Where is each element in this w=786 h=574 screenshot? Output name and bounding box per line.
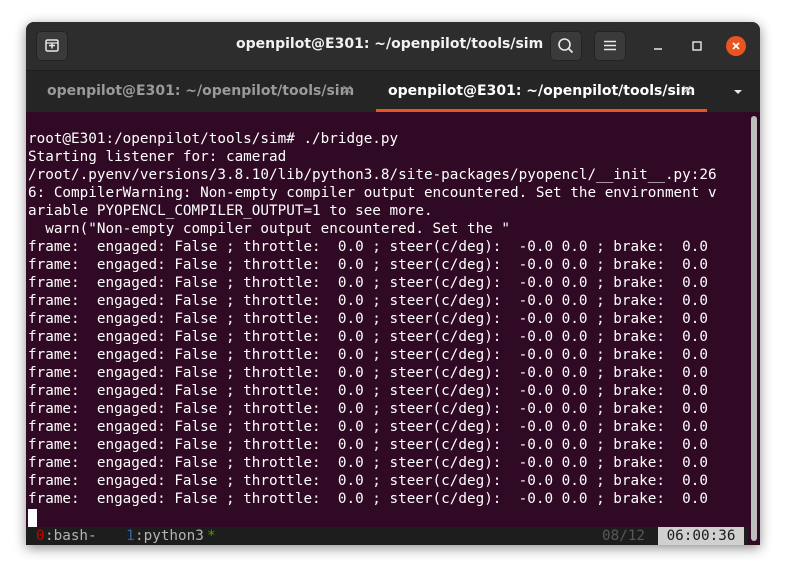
maximize-icon xyxy=(692,41,702,51)
search-icon xyxy=(558,38,574,54)
terminal-line: 6: CompilerWarning: Non-empty compiler o… xyxy=(28,185,717,201)
maximize-button[interactable] xyxy=(687,36,707,56)
tab-menu-button[interactable] xyxy=(730,84,746,100)
terminal-line: frame: engaged: False ; throttle: 0.0 ; … xyxy=(28,293,708,309)
close-icon xyxy=(732,42,740,50)
tab-1-label: openpilot@E301: ~/openpilot/tools/sim xyxy=(47,83,355,99)
menu-button[interactable] xyxy=(594,31,626,61)
minimize-icon xyxy=(654,48,662,50)
window-title: openpilot@E301: ~/openpilot/tools/sim xyxy=(236,36,544,52)
terminal-line: Starting listener for: camerad xyxy=(28,149,287,165)
terminal-line: frame: engaged: False ; throttle: 0.0 ; … xyxy=(28,347,708,363)
terminal-line: root@E301:/openpilot/tools/sim# ./bridge… xyxy=(28,131,399,147)
new-tab-button[interactable] xyxy=(36,31,68,61)
terminal-line: warn("Non-empty compiler output encounte… xyxy=(28,221,511,237)
minimize-button[interactable] xyxy=(648,36,668,56)
terminal-line: frame: engaged: False ; throttle: 0.0 ; … xyxy=(28,491,708,507)
tmux-clock: 06:00:36 xyxy=(658,527,744,545)
terminal-line: /root/.pyenv/versions/3.8.10/lib/python3… xyxy=(28,167,717,183)
scrollbar[interactable] xyxy=(751,116,757,541)
text-cursor xyxy=(28,509,37,527)
tab-bar: openpilot@E301: ~/openpilot/tools/sim × … xyxy=(26,70,760,112)
close-button[interactable] xyxy=(726,36,746,56)
terminal-output: root@E301:/openpilot/tools/sim# ./bridge… xyxy=(28,130,717,508)
terminal-area[interactable]: root@E301:/openpilot/tools/sim# ./bridge… xyxy=(26,112,760,545)
terminal-line: frame: engaged: False ; throttle: 0.0 ; … xyxy=(28,275,708,291)
tmux-active-flag: * xyxy=(207,528,216,544)
terminal-line: frame: engaged: False ; throttle: 0.0 ; … xyxy=(28,473,708,489)
search-button[interactable] xyxy=(550,31,582,61)
terminal-line: frame: engaged: False ; throttle: 0.0 ; … xyxy=(28,311,708,327)
tab-2-label: openpilot@E301: ~/openpilot/tools/sim xyxy=(388,83,696,99)
new-tab-icon xyxy=(45,39,59,52)
tmux-window-1-name: :python3 xyxy=(135,528,204,544)
terminal-line: frame: engaged: False ; throttle: 0.0 ; … xyxy=(28,401,708,417)
terminal-line: frame: engaged: False ; throttle: 0.0 ; … xyxy=(28,419,708,435)
hamburger-menu-icon xyxy=(604,40,616,51)
title-bar: openpilot@E301: ~/openpilot/tools/sim xyxy=(26,22,760,70)
tab-1-close-icon[interactable]: × xyxy=(340,82,354,98)
terminal-line: ariable PYOPENCL_COMPILER_OUTPUT=1 to se… xyxy=(28,203,433,219)
terminal-line: frame: engaged: False ; throttle: 0.0 ; … xyxy=(28,239,708,255)
tab-1[interactable]: openpilot@E301: ~/openpilot/tools/sim × xyxy=(26,71,374,112)
terminal-line: frame: engaged: False ; throttle: 0.0 ; … xyxy=(28,329,708,345)
tab-2-close-icon[interactable]: × xyxy=(680,82,694,98)
terminal-window: openpilot@E301: ~/openpilot/tools/sim op… xyxy=(26,22,760,545)
tab-2[interactable]: openpilot@E301: ~/openpilot/tools/sim × xyxy=(376,71,707,112)
terminal-line: frame: engaged: False ; throttle: 0.0 ; … xyxy=(28,365,708,381)
terminal-line: frame: engaged: False ; throttle: 0.0 ; … xyxy=(28,383,708,399)
tmux-pane-counter: 08/12 xyxy=(602,528,646,544)
terminal-line: frame: engaged: False ; throttle: 0.0 ; … xyxy=(28,437,708,453)
dropdown-triangle-icon xyxy=(734,90,742,94)
tmux-window-1-index: 1 xyxy=(126,528,135,544)
terminal-line: frame: engaged: False ; throttle: 0.0 ; … xyxy=(28,257,708,273)
tmux-window-0-index: 0 xyxy=(36,528,45,544)
tmux-window-0-name: :bash- xyxy=(45,528,97,544)
tmux-status-bar: 0 :bash- 1 :python3 * 08/12 06:00:36 xyxy=(26,527,748,545)
terminal-line: frame: engaged: False ; throttle: 0.0 ; … xyxy=(28,455,708,471)
